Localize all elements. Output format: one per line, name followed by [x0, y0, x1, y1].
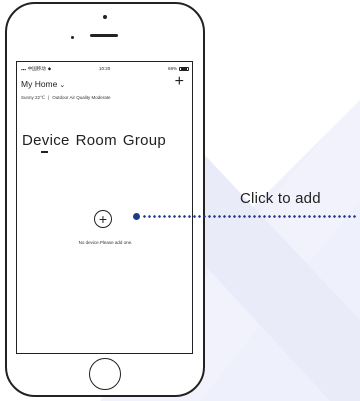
tab-bar: Device Room Group	[22, 132, 166, 149]
weather-info: Sunny 22℃ | Outdoor Air Quality Moderate	[21, 95, 111, 101]
plus-icon: +	[98, 211, 108, 227]
wifi-icon: ◆	[47, 66, 52, 71]
battery-percent: 68%	[167, 66, 177, 71]
home-button[interactable]	[89, 358, 121, 390]
callout-label: Click to add	[240, 190, 321, 207]
air-quality: Outdoor Air Quality Moderate	[52, 95, 111, 100]
weather-separator: |	[48, 95, 50, 100]
app-screen: ▪▪▪ 中国移动 ◆ 10:20 68% My Home ⌄ + Sunny 2…	[16, 61, 193, 354]
home-selector[interactable]: My Home ⌄	[21, 79, 65, 89]
chevron-down-icon: ⌄	[59, 81, 66, 89]
callout-dot	[133, 213, 140, 220]
battery-icon	[179, 66, 189, 71]
add-device-button[interactable]: +	[94, 210, 112, 228]
signal-icon: ▪▪▪	[21, 66, 26, 72]
carrier-label: 中国移动	[27, 66, 46, 71]
empty-state-message: No device.Please add one.	[78, 240, 133, 245]
speaker-slot	[90, 34, 118, 37]
tab-selected-indicator	[41, 151, 48, 153]
home-name: My Home	[21, 79, 58, 89]
callout-dotted-line	[142, 215, 358, 218]
tab-group[interactable]: Group	[123, 132, 166, 149]
weather-condition: Sunny 22℃	[21, 95, 46, 100]
tab-device[interactable]: Device	[22, 132, 70, 149]
tab-room[interactable]: Room	[76, 132, 117, 149]
phone-frame: ▪▪▪ 中国移动 ◆ 10:20 68% My Home ⌄ + Sunny 2…	[5, 2, 205, 397]
sensor-dot	[71, 36, 74, 39]
camera-dot	[103, 15, 107, 19]
status-bar: ▪▪▪ 中国移动 ◆ 10:20 68%	[21, 66, 189, 74]
status-time: 10:20	[99, 66, 111, 71]
add-icon[interactable]: +	[175, 74, 184, 90]
